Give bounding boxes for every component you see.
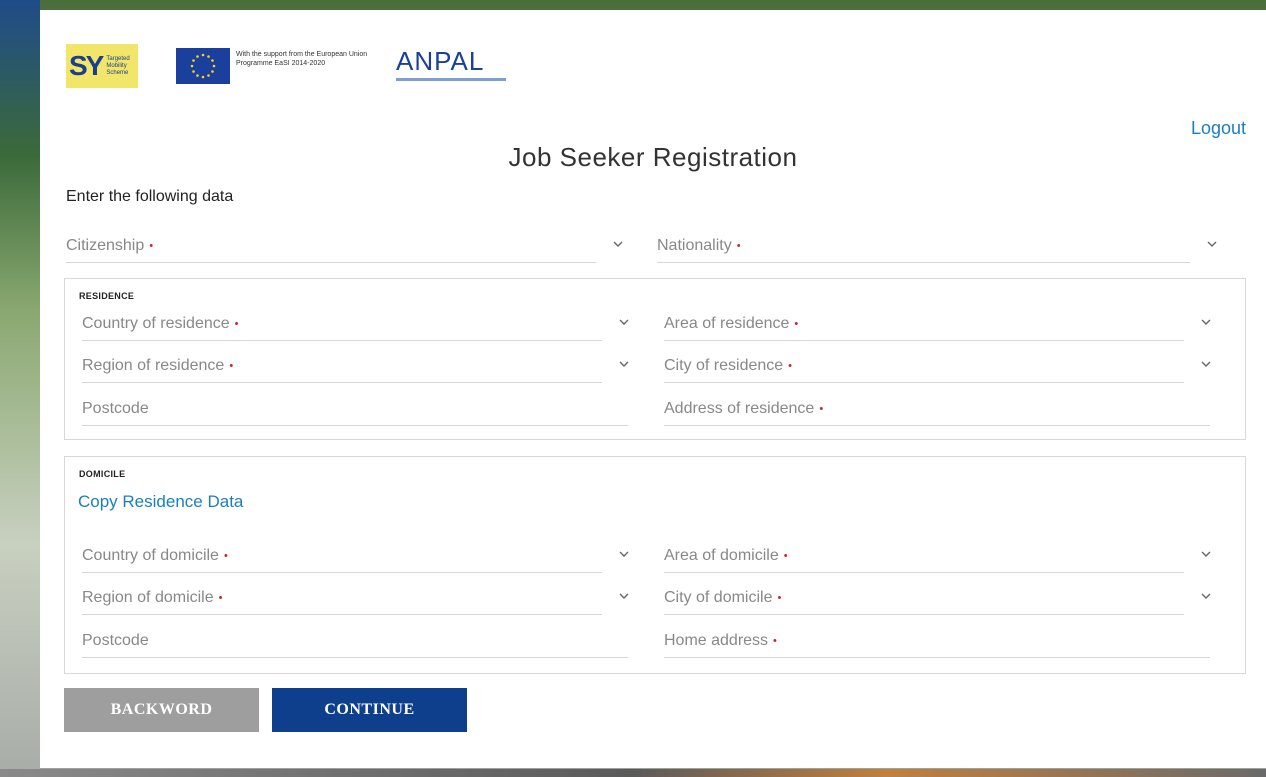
chevron-down-icon bbox=[619, 551, 629, 557]
area-of-residence-select[interactable]: Area of residence • bbox=[664, 308, 1211, 341]
backword-button[interactable]: BACKWORD bbox=[64, 688, 259, 732]
area-of-domicile-select[interactable]: Area of domicile • bbox=[664, 540, 1211, 573]
region-of-domicile-select[interactable]: Region of domicile • bbox=[82, 582, 629, 615]
required-marker: • bbox=[218, 592, 223, 604]
chevron-down-icon bbox=[1201, 593, 1211, 599]
required-marker: • bbox=[777, 592, 782, 604]
continue-button[interactable]: CONTINUE bbox=[272, 688, 467, 732]
field-label: Area of domicile bbox=[664, 547, 779, 564]
region-of-residence-select[interactable]: Region of residence • bbox=[82, 350, 629, 383]
eu-support-text: With the support from the European Union… bbox=[236, 51, 368, 67]
field-label: Region of domicile bbox=[82, 589, 214, 606]
required-marker: • bbox=[736, 240, 741, 252]
field-label: City of domicile bbox=[664, 589, 773, 606]
required-marker: • bbox=[788, 360, 793, 372]
country-of-domicile-select[interactable]: Country of domicile • bbox=[82, 540, 629, 573]
required-marker: • bbox=[783, 550, 788, 562]
page-subtitle: Enter the following data bbox=[66, 188, 234, 205]
city-of-domicile-select[interactable]: City of domicile • bbox=[664, 582, 1211, 615]
chevron-down-icon bbox=[619, 361, 629, 367]
chevron-down-icon bbox=[1201, 361, 1211, 367]
field-placeholder: Home address bbox=[664, 632, 769, 649]
residence-section-label: RESIDENCE bbox=[79, 291, 135, 301]
required-marker: • bbox=[794, 318, 799, 330]
domicile-postcode-input[interactable]: Postcode bbox=[82, 625, 628, 658]
background-left bbox=[0, 0, 40, 777]
nationality-select[interactable]: Nationality • bbox=[657, 230, 1217, 263]
field-placeholder: Postcode bbox=[82, 632, 149, 649]
copy-residence-data-link[interactable]: Copy Residence Data bbox=[78, 492, 243, 512]
field-placeholder: Postcode bbox=[82, 400, 149, 417]
country-of-residence-select[interactable]: Country of residence • bbox=[82, 308, 629, 341]
chevron-down-icon bbox=[619, 319, 629, 325]
anpal-logo-underline bbox=[396, 78, 506, 81]
sy-logo-mark: SY bbox=[69, 50, 104, 81]
required-marker: • bbox=[229, 360, 234, 372]
citizenship-label: Citizenship bbox=[66, 237, 145, 254]
required-marker: • bbox=[773, 635, 777, 647]
field-label: Country of residence bbox=[82, 315, 230, 332]
registration-card: SY Targeted Mobility Scheme With the sup… bbox=[40, 10, 1266, 768]
nationality-label: Nationality bbox=[657, 237, 732, 254]
background-bottom bbox=[0, 769, 1266, 777]
field-label: Country of domicile bbox=[82, 547, 219, 564]
page-title: Job Seeker Registration bbox=[508, 142, 798, 172]
field-label: Region of residence bbox=[82, 357, 225, 374]
city-of-residence-select[interactable]: City of residence • bbox=[664, 350, 1211, 383]
anpal-logo: ANPAL bbox=[396, 46, 485, 76]
eu-flag-icon bbox=[176, 48, 230, 84]
chevron-down-icon bbox=[619, 593, 629, 599]
required-marker: • bbox=[234, 318, 239, 330]
required-marker: • bbox=[223, 550, 228, 562]
chevron-down-icon bbox=[1207, 241, 1217, 247]
field-label: City of residence bbox=[664, 357, 784, 374]
chevron-down-icon bbox=[1201, 319, 1211, 325]
citizenship-select[interactable]: Citizenship • bbox=[66, 230, 623, 263]
field-placeholder: Address of residence bbox=[664, 400, 815, 417]
address-of-residence-input[interactable]: Address of residence • bbox=[664, 393, 1210, 426]
sy-logo-text: Targeted Mobility Scheme bbox=[106, 55, 130, 76]
sy-logo: SY Targeted Mobility Scheme bbox=[66, 44, 138, 88]
chevron-down-icon bbox=[613, 241, 623, 247]
chevron-down-icon bbox=[1201, 551, 1211, 557]
home-address-input[interactable]: Home address • bbox=[664, 625, 1210, 658]
field-label: Area of residence bbox=[664, 315, 790, 332]
residence-postcode-input[interactable]: Postcode bbox=[82, 393, 628, 426]
domicile-section-label: DOMICILE bbox=[79, 469, 126, 479]
required-marker: • bbox=[819, 403, 824, 415]
required-marker: • bbox=[149, 240, 154, 252]
logout-link[interactable]: Logout bbox=[1191, 118, 1246, 139]
